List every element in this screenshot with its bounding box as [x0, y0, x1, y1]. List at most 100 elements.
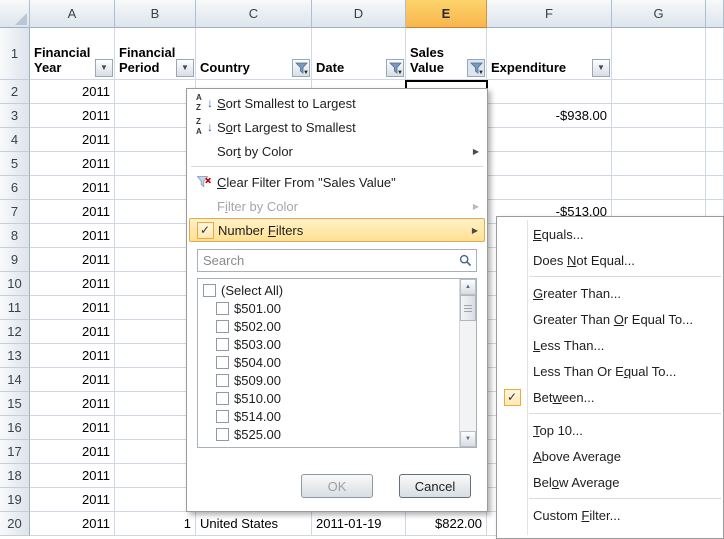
row-header-19[interactable]: 19: [0, 488, 30, 512]
cell-a10[interactable]: 2011: [30, 272, 115, 296]
submenu-item-above-average[interactable]: Above Average: [497, 443, 723, 469]
column-header-a[interactable]: A: [30, 0, 115, 28]
cell-b6[interactable]: [115, 176, 196, 200]
column-header-g[interactable]: G: [612, 0, 706, 28]
cell-c20[interactable]: United States: [196, 512, 312, 536]
cell-a17[interactable]: 2011: [30, 440, 115, 464]
cell-g2[interactable]: [612, 80, 706, 104]
header-cell-e[interactable]: Sales Value▼: [406, 28, 487, 80]
checkbox-icon[interactable]: [216, 302, 229, 315]
row-header-4[interactable]: 4: [0, 128, 30, 152]
cell-h5[interactable]: [706, 152, 724, 176]
cell-h4[interactable]: [706, 128, 724, 152]
row-header-18[interactable]: 18: [0, 464, 30, 488]
cell-b18[interactable]: [115, 464, 196, 488]
column-header-f[interactable]: F: [487, 0, 612, 28]
cell-b2[interactable]: [115, 80, 196, 104]
cell-f2[interactable]: [487, 80, 612, 104]
cell-b10[interactable]: [115, 272, 196, 296]
submenu-item-equals[interactable]: Equals...: [497, 221, 723, 247]
checkbox-icon[interactable]: [216, 320, 229, 333]
cell-b3[interactable]: [115, 104, 196, 128]
scroll-thumb[interactable]: [460, 295, 476, 321]
filter-value-row[interactable]: $504.00: [200, 353, 456, 371]
filter-value-row[interactable]: $509.00: [200, 371, 456, 389]
d-filter-button[interactable]: ▼: [386, 59, 404, 77]
search-icon[interactable]: [456, 251, 475, 270]
filter-value-row[interactable]: $514.00: [200, 407, 456, 425]
cell-b12[interactable]: [115, 320, 196, 344]
filter-value-row[interactable]: $502.00: [200, 317, 456, 335]
cell-b4[interactable]: [115, 128, 196, 152]
column-header-h[interactable]: [706, 0, 724, 28]
checkbox-icon[interactable]: [216, 374, 229, 387]
cell-b9[interactable]: [115, 248, 196, 272]
submenu-item-greater-than[interactable]: Greater Than...: [497, 280, 723, 306]
row-header-20[interactable]: 20: [0, 512, 30, 536]
column-header-d[interactable]: D: [312, 0, 406, 28]
checkbox-icon[interactable]: [203, 284, 216, 297]
submenu-item-top-10[interactable]: Top 10...: [497, 417, 723, 443]
cell-h3[interactable]: [706, 104, 724, 128]
cell-b19[interactable]: [115, 488, 196, 512]
row-header-17[interactable]: 17: [0, 440, 30, 464]
row-header-3[interactable]: 3: [0, 104, 30, 128]
submenu-item-less-than-or-equal-to[interactable]: Less Than Or Equal To...: [497, 358, 723, 384]
header-cell-c[interactable]: Country▼: [196, 28, 312, 80]
select-all-corner[interactable]: [0, 0, 30, 28]
cell-d20[interactable]: 2011-01-19: [312, 512, 406, 536]
cell-g3[interactable]: [612, 104, 706, 128]
row-header-11[interactable]: 11: [0, 296, 30, 320]
cell-a14[interactable]: 2011: [30, 368, 115, 392]
cell-a15[interactable]: 2011: [30, 392, 115, 416]
b-filter-button[interactable]: ▼: [176, 59, 194, 77]
header-cell-d[interactable]: Date▼: [312, 28, 406, 80]
submenu-item-custom-filter[interactable]: Custom Filter...: [497, 502, 723, 528]
checkbox-icon[interactable]: [216, 410, 229, 423]
cell-f4[interactable]: [487, 128, 612, 152]
filter-value-row[interactable]: $503.00: [200, 335, 456, 353]
menu-item-sort-smallest-to-largest[interactable]: AZ↓Sort Smallest to Largest: [189, 91, 485, 115]
checkbox-icon[interactable]: [216, 356, 229, 369]
row-header-6[interactable]: 6: [0, 176, 30, 200]
cell-b14[interactable]: [115, 368, 196, 392]
cell-f3[interactable]: -$938.00: [487, 104, 612, 128]
search-input[interactable]: [197, 249, 477, 272]
cell-a20[interactable]: 2011: [30, 512, 115, 536]
row-header-10[interactable]: 10: [0, 272, 30, 296]
cell-a19[interactable]: 2011: [30, 488, 115, 512]
cell-a11[interactable]: 2011: [30, 296, 115, 320]
cell-b11[interactable]: [115, 296, 196, 320]
cell-a2[interactable]: 2011: [30, 80, 115, 104]
filter-value-row[interactable]: $510.00: [200, 389, 456, 407]
column-header-b[interactable]: B: [115, 0, 196, 28]
cell-b5[interactable]: [115, 152, 196, 176]
row-header-12[interactable]: 12: [0, 320, 30, 344]
row-header-2[interactable]: 2: [0, 80, 30, 104]
list-scrollbar[interactable]: ▲ ▼: [459, 279, 476, 447]
menu-item-sort-largest-to-smallest[interactable]: ZA↓Sort Largest to Smallest: [189, 115, 485, 139]
a-filter-button[interactable]: ▼: [95, 59, 113, 77]
cell-h2[interactable]: [706, 80, 724, 104]
row-header-14[interactable]: 14: [0, 368, 30, 392]
cell-h6[interactable]: [706, 176, 724, 200]
column-header-e[interactable]: E: [406, 0, 487, 28]
header-cell-b[interactable]: Financial Period▼: [115, 28, 196, 80]
row-header-7[interactable]: 7: [0, 200, 30, 224]
cell-a5[interactable]: 2011: [30, 152, 115, 176]
cell-f5[interactable]: [487, 152, 612, 176]
filter-value-row[interactable]: $501.00: [200, 299, 456, 317]
cell-g6[interactable]: [612, 176, 706, 200]
header-cell-a[interactable]: Financial Year▼: [30, 28, 115, 80]
row-header-16[interactable]: 16: [0, 416, 30, 440]
cell-a4[interactable]: 2011: [30, 128, 115, 152]
cell-a6[interactable]: 2011: [30, 176, 115, 200]
cell-f6[interactable]: [487, 176, 612, 200]
scroll-up-icon[interactable]: ▲: [460, 279, 476, 295]
header-cell-f[interactable]: Expenditure▼: [487, 28, 612, 80]
submenu-item-greater-than-or-equal-to[interactable]: Greater Than Or Equal To...: [497, 306, 723, 332]
column-header-c[interactable]: C: [196, 0, 312, 28]
e-filter-button[interactable]: ▼: [467, 59, 485, 77]
cell-g4[interactable]: [612, 128, 706, 152]
checkbox-icon[interactable]: [216, 392, 229, 405]
